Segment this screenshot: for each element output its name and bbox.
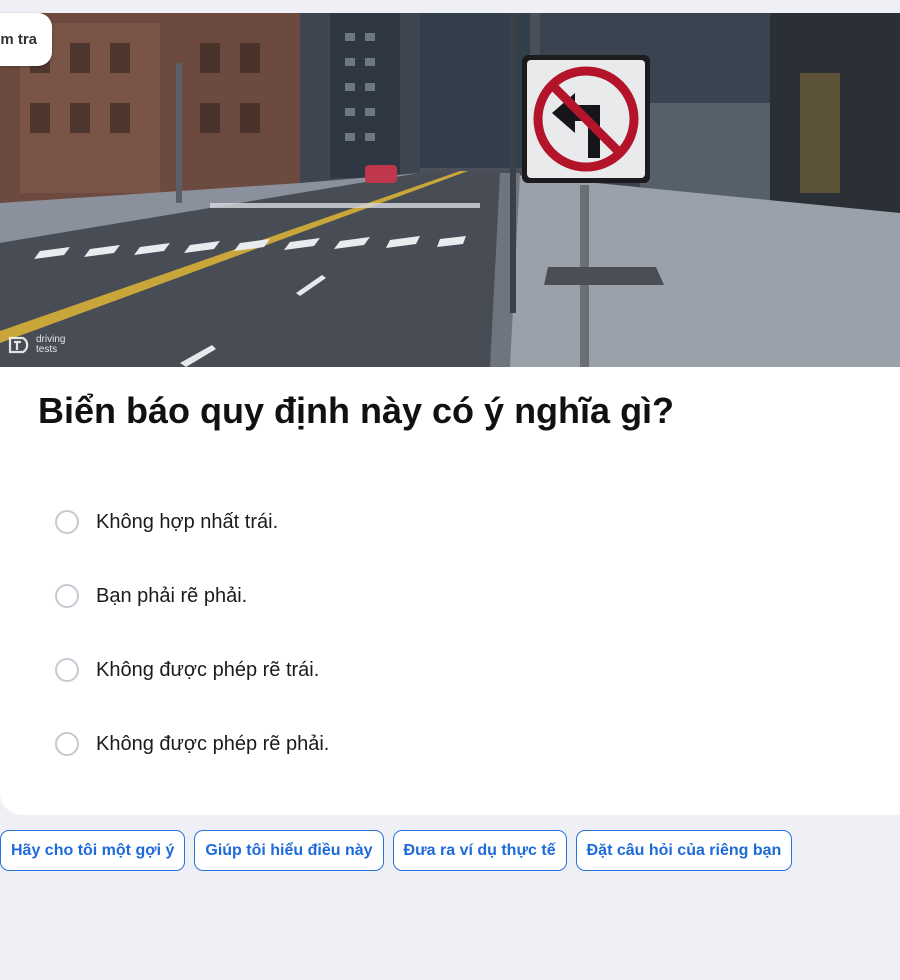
street-scene-illustration	[0, 13, 900, 367]
answer-options: Không hợp nhất trái. Bạn phải rẽ phải. K…	[55, 500, 655, 796]
check-tag[interactable]: m tra	[0, 13, 52, 66]
answer-option-label: Bạn phải rẽ phải.	[96, 584, 248, 607]
logo-text-bottom: tests	[36, 344, 58, 355]
answer-option-label: Không hợp nhất trái.	[96, 510, 279, 533]
driving-tests-logo-icon	[8, 336, 29, 354]
answer-option-2[interactable]: Bạn phải rẽ phải.	[55, 574, 655, 618]
radio-unselected-icon[interactable]	[55, 584, 79, 608]
no-left-turn-sign-icon	[522, 55, 650, 183]
question-image: driving tests	[0, 13, 900, 367]
radio-unselected-icon[interactable]	[55, 510, 79, 534]
answer-option-1[interactable]: Không hợp nhất trái.	[55, 500, 655, 544]
answer-option-label: Không được phép rẽ phải.	[96, 732, 330, 755]
answer-option-3[interactable]: Không được phép rẽ trái.	[55, 648, 655, 692]
hint-button[interactable]: Hãy cho tôi một gợi ý	[0, 830, 186, 871]
suggestion-chips: Hãy cho tôi một gợi ý Giúp tôi hiểu điều…	[0, 830, 793, 871]
answer-option-label: Không được phép rẽ trái.	[96, 658, 320, 681]
radio-unselected-icon[interactable]	[55, 658, 79, 682]
explain-button[interactable]: Giúp tôi hiểu điều này	[194, 830, 384, 871]
answer-option-4[interactable]: Không được phép rẽ phải.	[55, 722, 655, 766]
real-example-button[interactable]: Đưa ra ví dụ thực tế	[392, 830, 567, 871]
ask-own-question-button[interactable]: Đặt câu hỏi của riêng bạn	[575, 830, 793, 871]
check-tag-label: m tra	[0, 31, 37, 48]
driving-tests-logo: driving tests	[8, 335, 65, 355]
radio-unselected-icon[interactable]	[55, 732, 79, 756]
question-title: Biển báo quy định này có ý nghĩa gì?	[38, 390, 675, 431]
